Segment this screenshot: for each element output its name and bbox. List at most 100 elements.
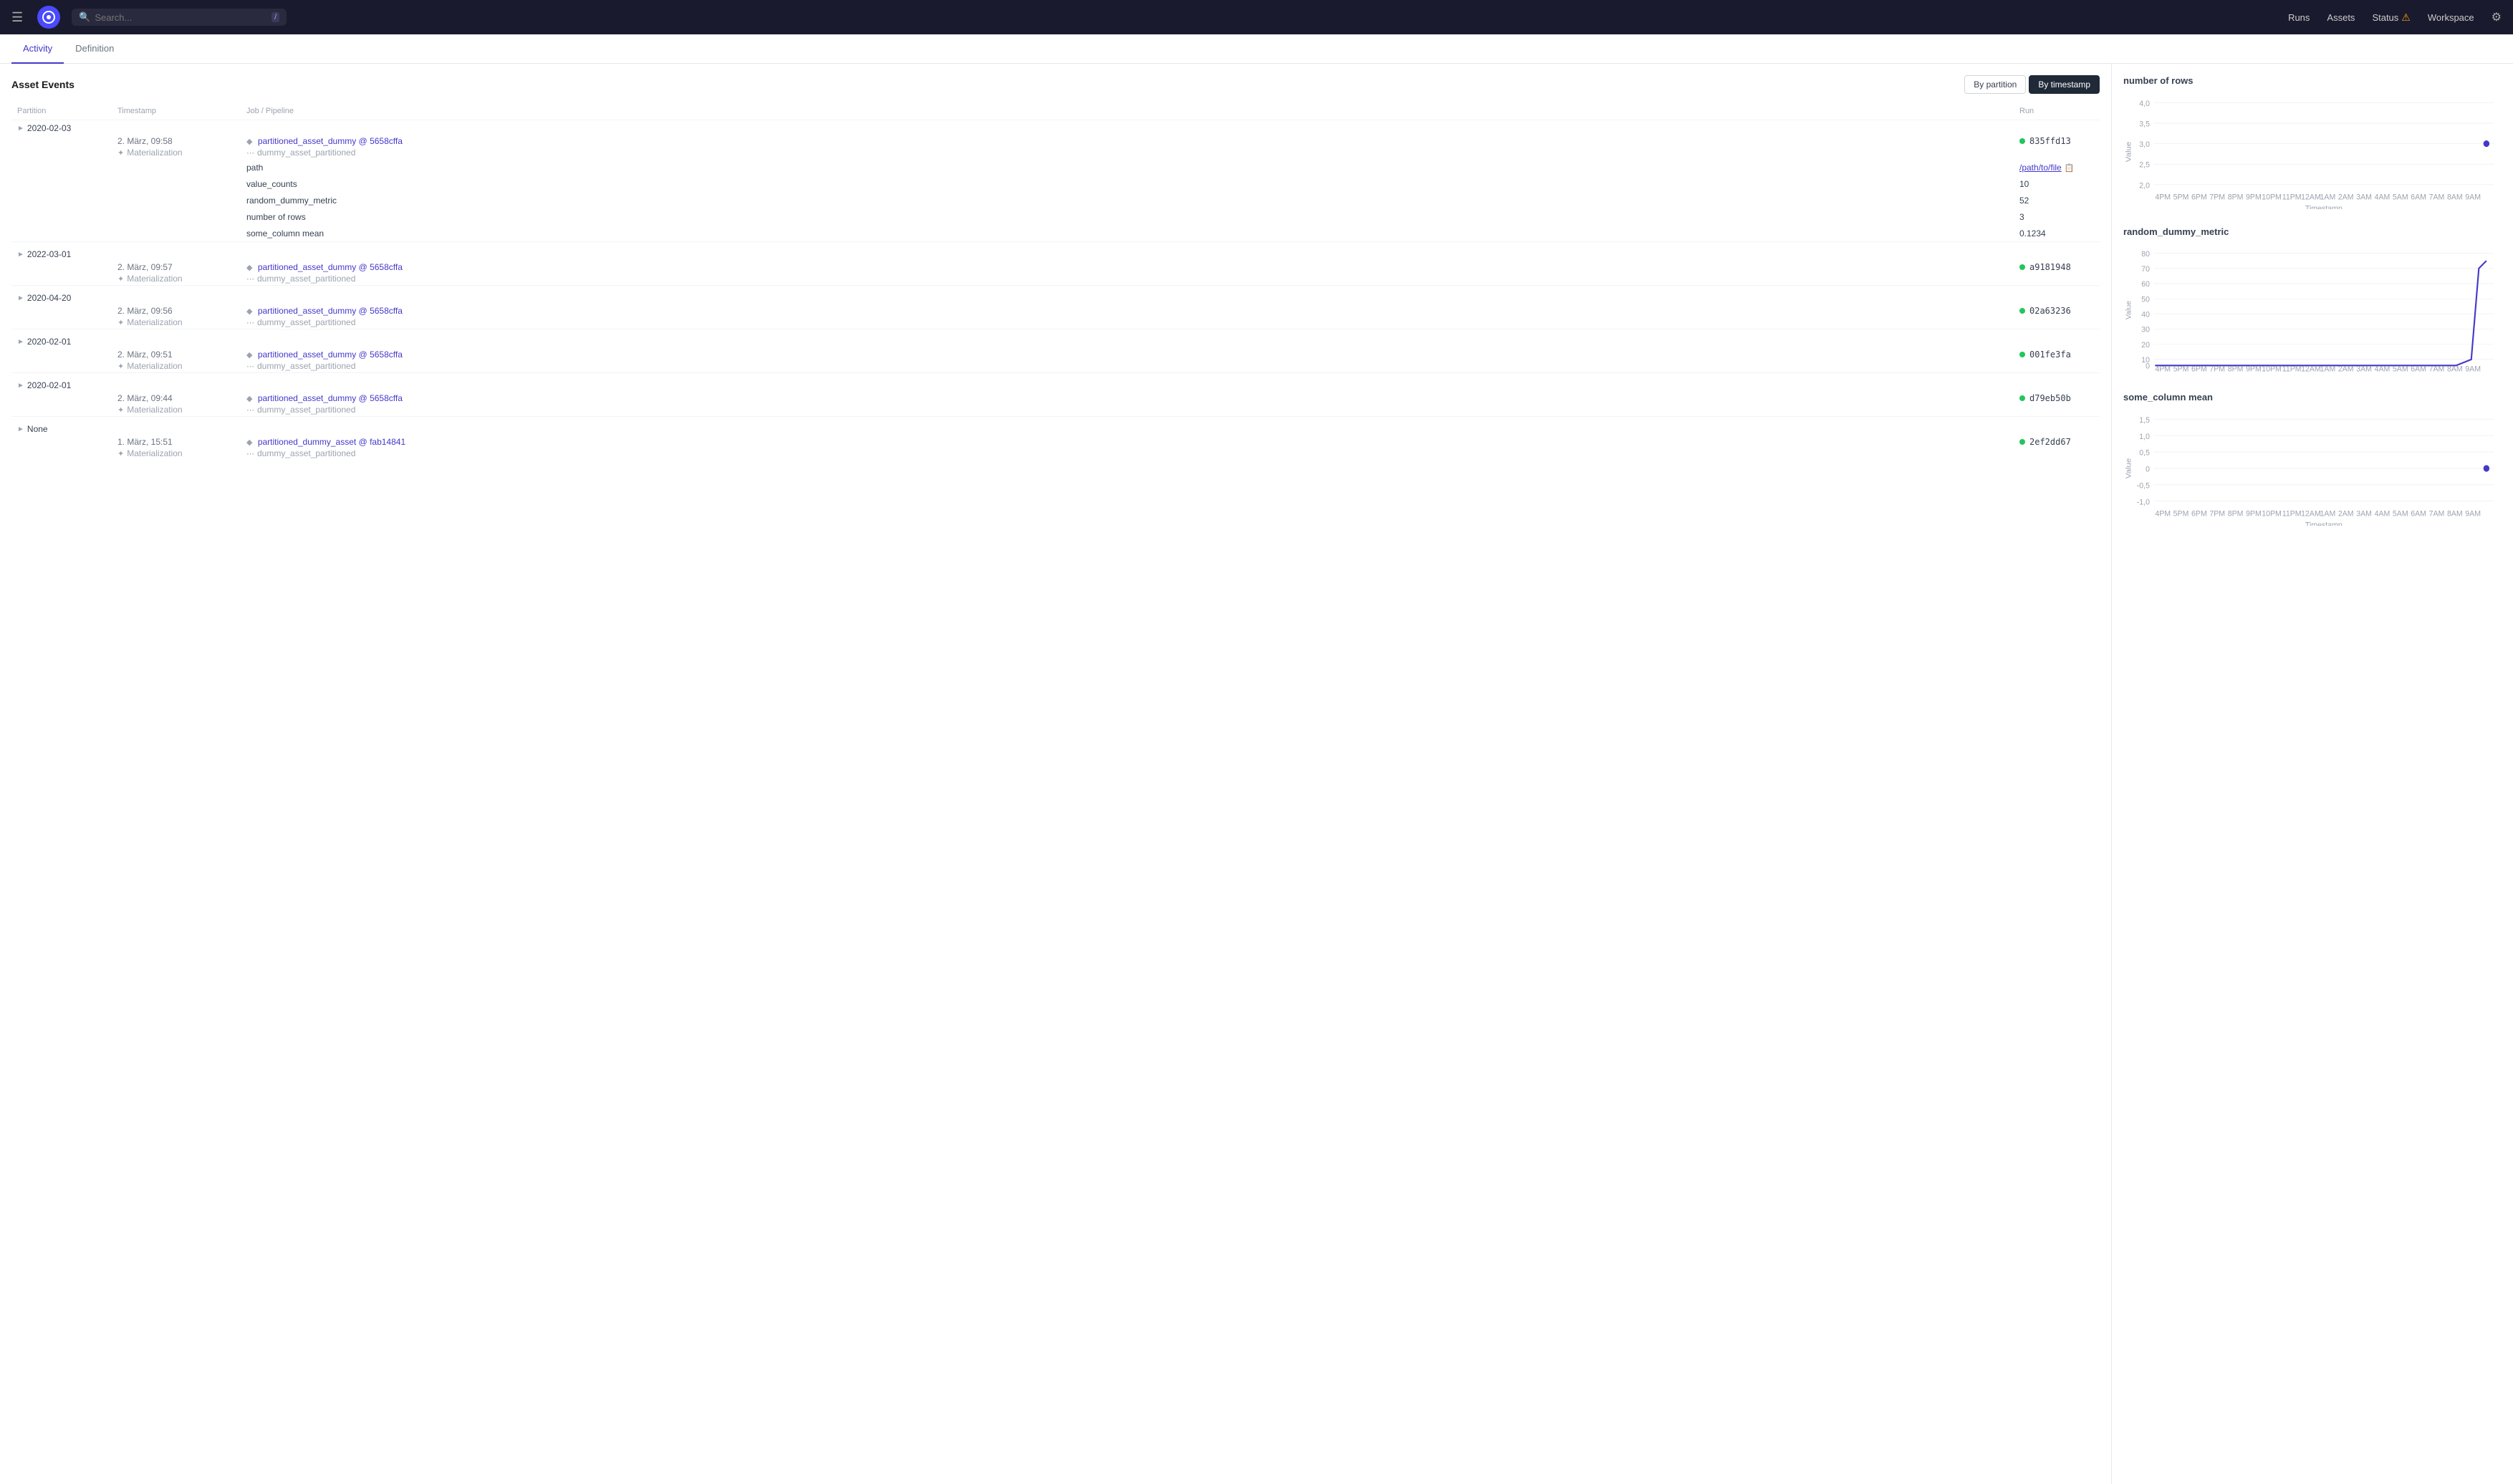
svg-text:Value: Value xyxy=(2125,458,2133,478)
partition-row[interactable]: ► 2020-04-20 xyxy=(11,286,2100,305)
job-cell: ◆ partitioned_asset_dummy @ 5658cffa ⋯ d… xyxy=(241,348,2014,373)
search-input[interactable] xyxy=(95,12,267,23)
job-icon: ◆ xyxy=(246,395,252,403)
chart-svg-mean: 1,5 1,0 0,5 0 -0,5 -1,0 4PM 5PM 6PM 7PM … xyxy=(2123,411,2502,526)
svg-text:Value: Value xyxy=(2125,142,2133,162)
search-box[interactable]: 🔍 / xyxy=(72,9,287,26)
hamburger-icon[interactable]: ☰ xyxy=(11,10,23,25)
job-cell: ◆ partitioned_asset_dummy @ 5658cffa ⋯ d… xyxy=(241,392,2014,417)
svg-text:4PM: 4PM xyxy=(2155,509,2171,518)
svg-text:9AM: 9AM xyxy=(2465,509,2481,518)
run-id[interactable]: 2ef2dd67 xyxy=(2029,437,2071,447)
svg-text:Timestamp: Timestamp xyxy=(2305,374,2343,375)
partition-value: 2020-02-03 xyxy=(27,123,71,133)
meta-key: random_dummy_metric xyxy=(246,196,337,206)
chevron-right-icon: ► xyxy=(17,382,24,390)
svg-text:0,5: 0,5 xyxy=(2139,448,2150,457)
workspace-link[interactable]: Workspace xyxy=(2428,12,2474,23)
meta-key-cell: number of rows xyxy=(241,208,2014,225)
run-id[interactable]: d79eb50b xyxy=(2029,393,2071,403)
svg-text:11PM: 11PM xyxy=(2282,509,2302,518)
svg-text:5PM: 5PM xyxy=(2173,509,2189,518)
timestamp-value: 2. März, 09:56 xyxy=(117,306,235,316)
run-cell: 2ef2dd67 xyxy=(2014,435,2100,460)
svg-text:5PM: 5PM xyxy=(2173,193,2189,201)
asset-events-header: Asset Events By partition By timestamp xyxy=(11,75,2100,94)
svg-text:6AM: 6AM xyxy=(2411,509,2426,518)
search-shortcut: / xyxy=(272,12,279,22)
svg-text:Timestamp: Timestamp xyxy=(2305,521,2343,526)
job-link[interactable]: partitioned_asset_dummy @ 5658cffa xyxy=(258,136,403,146)
job-link[interactable]: partitioned_asset_dummy @ 5658cffa xyxy=(258,393,403,403)
svg-text:6AM: 6AM xyxy=(2411,193,2426,201)
partition-row[interactable]: ► 2022-03-01 xyxy=(11,242,2100,261)
svg-text:8AM: 8AM xyxy=(2447,509,2463,518)
chart-some-column-mean: some_column mean 1,5 1,0 0,5 0 -0,5 xyxy=(2123,392,2502,526)
assets-link[interactable]: Assets xyxy=(2327,12,2355,23)
svg-text:4PM: 4PM xyxy=(2155,365,2171,374)
partition-row[interactable]: ► 2020-02-01 xyxy=(11,373,2100,392)
timestamp-cell: 1. März, 15:51 ✦ Materialization xyxy=(112,435,241,460)
run-id[interactable]: 835ffd13 xyxy=(2029,136,2071,146)
timestamp-cell: 2. März, 09:56 ✦ Materialization xyxy=(112,304,241,329)
run-id[interactable]: 001fe3fa xyxy=(2029,350,2071,360)
meta-value-link[interactable]: /path/to/file xyxy=(2019,163,2062,173)
svg-text:6AM: 6AM xyxy=(2411,365,2426,374)
meta-key: number of rows xyxy=(246,212,306,222)
copy-icon[interactable]: 📋 xyxy=(2065,164,2075,173)
meta-key-cell: random_dummy_metric xyxy=(241,192,2014,208)
materialization-label: ✦ Materialization xyxy=(117,361,235,371)
status-link[interactable]: Status ⚠ xyxy=(2372,11,2410,24)
runs-link[interactable]: Runs xyxy=(2288,12,2310,23)
svg-text:70: 70 xyxy=(2141,265,2150,274)
meta-value-cell: 3 xyxy=(2014,208,2100,225)
job-icon: ◆ xyxy=(246,264,252,272)
job-link[interactable]: partitioned_asset_dummy @ 5658cffa xyxy=(258,306,403,316)
job-link[interactable]: partitioned_dummy_asset @ fab14841 xyxy=(258,437,405,447)
svg-text:-1,0: -1,0 xyxy=(2137,498,2150,506)
svg-text:1AM: 1AM xyxy=(2320,509,2336,518)
svg-text:40: 40 xyxy=(2141,311,2150,319)
svg-text:10PM: 10PM xyxy=(2262,365,2282,374)
partition-value: 2020-02-01 xyxy=(27,337,71,347)
run-id[interactable]: 02a63236 xyxy=(2029,306,2071,316)
topnav: ☰ 🔍 / Runs Assets Status ⚠ Workspace ⚙ xyxy=(0,0,2513,34)
chart-title-random: random_dummy_metric xyxy=(2123,226,2502,237)
chart-title-rows: number of rows xyxy=(2123,75,2502,86)
tab-activity[interactable]: Activity xyxy=(11,34,64,64)
chart-container-rows: 4,0 3,5 3,0 2,5 2,0 4PM 5PM 6PM 7PM 8PM … xyxy=(2123,95,2502,209)
meta-value-cell: 10 xyxy=(2014,175,2100,192)
svg-text:3AM: 3AM xyxy=(2356,365,2372,374)
chart-svg-random: 80 70 60 50 40 30 20 10 0 4PM 5PM 6PM 7P… xyxy=(2123,246,2502,375)
materialization-label: ✦ Materialization xyxy=(117,405,235,415)
toggle-by-timestamp[interactable]: By timestamp xyxy=(2029,75,2100,94)
svg-text:7AM: 7AM xyxy=(2429,509,2445,518)
diamond-icon: ✦ xyxy=(117,148,124,158)
pipeline-label: ⋯ dummy_asset_partitioned xyxy=(246,148,2008,158)
event-row: 2. März, 09:44 ✦ Materialization ◆ parti… xyxy=(11,392,2100,417)
diamond-icon: ✦ xyxy=(117,318,124,327)
diamond-icon: ✦ xyxy=(117,449,124,458)
run-id[interactable]: a9181948 xyxy=(2029,262,2071,272)
partition-row[interactable]: ► None xyxy=(11,417,2100,436)
tab-definition[interactable]: Definition xyxy=(64,34,125,64)
job-link[interactable]: partitioned_asset_dummy @ 5658cffa xyxy=(258,350,403,360)
partition-row[interactable]: ► 2020-02-01 xyxy=(11,329,2100,349)
pipeline-label: ⋯ dummy_asset_partitioned xyxy=(246,448,2008,458)
partition-label: ► 2020-02-01 xyxy=(17,337,2094,347)
meta-empty2 xyxy=(112,175,241,192)
meta-key: value_counts xyxy=(246,179,297,189)
partition-cell xyxy=(11,435,112,460)
metadata-row: random_dummy_metric 52 xyxy=(11,192,2100,208)
chart-container-mean: 1,5 1,0 0,5 0 -0,5 -1,0 4PM 5PM 6PM 7PM … xyxy=(2123,411,2502,526)
svg-text:4AM: 4AM xyxy=(2375,509,2391,518)
meta-value-cell: 52 xyxy=(2014,192,2100,208)
partition-row[interactable]: ► 2020-02-03 xyxy=(11,120,2100,135)
event-row: 2. März, 09:56 ✦ Materialization ◆ parti… xyxy=(11,304,2100,329)
settings-icon[interactable]: ⚙ xyxy=(2492,10,2502,24)
toggle-by-partition[interactable]: By partition xyxy=(1964,75,2026,94)
job-link[interactable]: partitioned_asset_dummy @ 5658cffa xyxy=(258,262,403,272)
metadata-row: path /path/to/file📋 xyxy=(11,159,2100,175)
meta-empty xyxy=(11,225,112,242)
svg-text:9PM: 9PM xyxy=(2246,365,2262,374)
